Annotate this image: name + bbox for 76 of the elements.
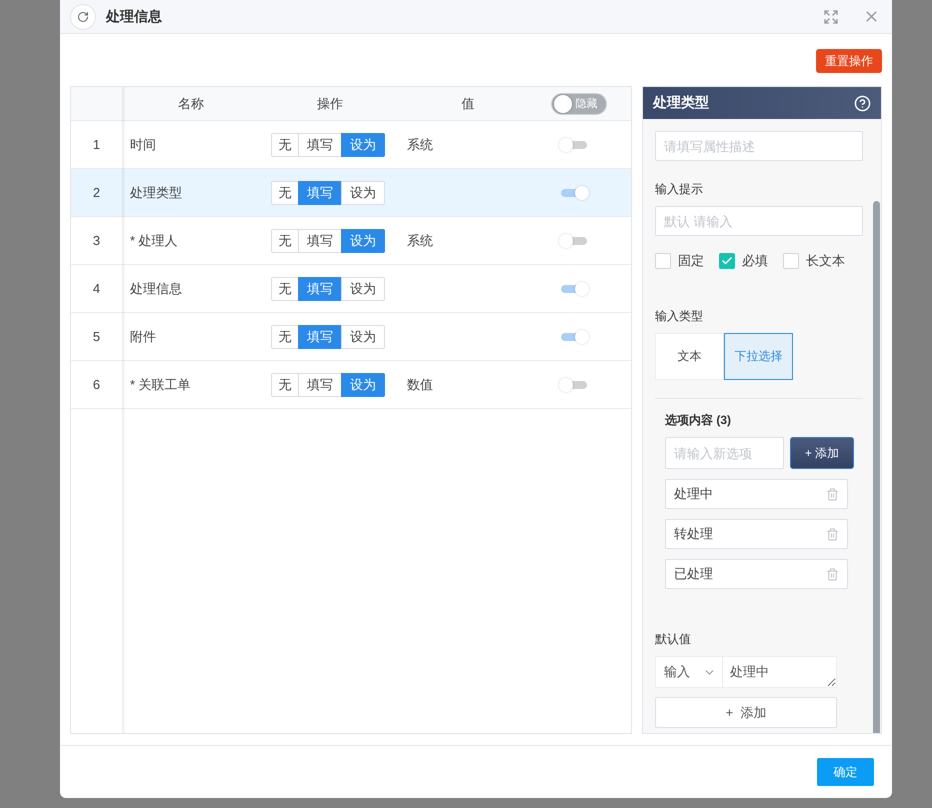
operation-option[interactable]: 填写 — [298, 228, 342, 252]
operation-option[interactable]: 设为 — [341, 276, 385, 300]
field-label: 输入提示 — [655, 181, 704, 198]
add-option-button[interactable]: + 添加 — [790, 437, 854, 469]
toggle-switch[interactable] — [558, 282, 588, 296]
toggle-switch[interactable] — [558, 378, 588, 392]
checkbox-option[interactable]: 必填 — [719, 252, 768, 270]
field-label: 默认值 — [655, 631, 692, 648]
row-number: 6 — [92, 377, 100, 392]
panel-title: 处理类型 — [653, 94, 709, 112]
new-option-field[interactable]: 请输入新选项 — [665, 437, 784, 469]
delete-icon[interactable] — [826, 528, 839, 540]
field-label: 输入类型 — [655, 308, 704, 325]
option-text: 已处理 — [674, 565, 713, 583]
operation-option[interactable]: 设为 — [341, 228, 385, 252]
refresh-button[interactable] — [70, 4, 96, 30]
name-cell-text: 时间 — [129, 136, 157, 154]
toggle-switch[interactable] — [558, 330, 588, 344]
checkbox[interactable] — [783, 253, 799, 269]
operation-option[interactable]: 设为 — [341, 180, 385, 204]
mode-select[interactable]: 输入 — [655, 656, 723, 688]
name-cell-text: * 处理人 — [129, 232, 179, 250]
description-field[interactable]: 请填写属性描述 — [655, 131, 863, 161]
option-text: 处理中 — [674, 485, 713, 503]
row-number: 5 — [92, 329, 100, 344]
toggle-switch[interactable] — [558, 234, 588, 248]
name-cell-text: 处理类型 — [129, 184, 183, 202]
delete-icon[interactable] — [826, 488, 839, 500]
fullscreen-icon[interactable] — [823, 8, 839, 24]
section-label: 选项内容 (3) — [665, 412, 732, 429]
row-number: 4 — [92, 281, 100, 296]
operation-option[interactable]: 无 — [271, 372, 299, 396]
name-cell-text: 附件 — [129, 328, 157, 346]
row-number: 1 — [92, 137, 100, 152]
column-header: 操作 — [317, 94, 343, 112]
operation-option[interactable]: 无 — [271, 228, 299, 252]
operation-option[interactable]: 填写 — [298, 324, 342, 348]
operation-option[interactable]: 无 — [271, 180, 299, 204]
operation-option[interactable]: 填写 — [298, 276, 342, 300]
operation-option[interactable]: 填写 — [298, 132, 342, 156]
checkbox-option[interactable]: 固定 — [655, 252, 704, 270]
value-cell-text: 系统 — [406, 232, 433, 250]
refresh-icon — [77, 10, 89, 22]
operation-option[interactable]: 设为 — [341, 132, 385, 156]
name-cell-text: 处理信息 — [129, 280, 183, 298]
checkbox[interactable] — [655, 253, 671, 269]
add-default-button[interactable]: + 添加 — [655, 697, 837, 728]
window-title: 处理信息 — [106, 8, 163, 26]
operation-option[interactable]: 填写 — [298, 372, 342, 396]
operation-option[interactable]: 设为 — [341, 372, 385, 396]
check-icon — [721, 255, 733, 267]
reset-button[interactable]: 重置操作 — [816, 49, 882, 73]
row-number: 2 — [92, 185, 100, 200]
row-number: 3 — [92, 233, 100, 248]
delete-icon[interactable] — [826, 568, 839, 580]
column-header: 值 — [462, 94, 474, 112]
value-cell-text: 系统 — [406, 136, 433, 154]
table-row[interactable]: 2 处理类型 无 填写 设为 — [71, 169, 631, 217]
toggle-switch[interactable] — [558, 138, 588, 152]
scrollbar[interactable] — [873, 201, 880, 733]
hint-field[interactable]: 默认 请输入 — [655, 206, 863, 236]
column-header: 名称 — [178, 94, 204, 112]
operation-option[interactable]: 设为 — [341, 324, 385, 348]
value-cell-text: 数值 — [406, 376, 433, 394]
operation-option[interactable]: 无 — [271, 276, 299, 300]
toggle-switch[interactable] — [558, 186, 588, 200]
name-cell-text: * 关联工单 — [129, 376, 192, 394]
option-text: 转处理 — [674, 525, 713, 543]
operation-option[interactable]: 填写 — [298, 180, 342, 204]
checkbox[interactable] — [719, 253, 735, 269]
help-icon[interactable] — [854, 94, 871, 112]
checkbox-option[interactable]: 长文本 — [783, 252, 845, 270]
operation-option[interactable]: 无 — [271, 132, 299, 156]
operation-option[interactable]: 无 — [271, 324, 299, 348]
input-type-option[interactable]: 文本 — [655, 333, 724, 380]
default-value-field[interactable]: 处理中 — [723, 656, 837, 688]
